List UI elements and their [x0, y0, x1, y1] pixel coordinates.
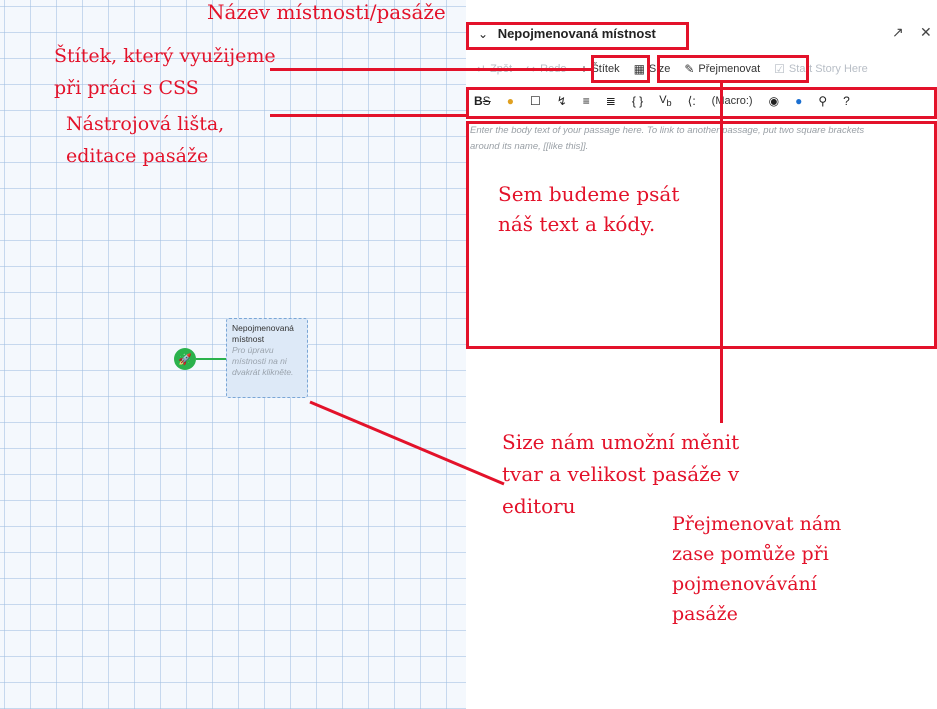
annotation-size-line2: tvar a velikost pasáže v — [502, 462, 740, 486]
tag-highlight — [591, 55, 650, 83]
story-map-canvas[interactable]: 🚀 Nepojmenovaná místnost Pro úpravu míst… — [0, 0, 466, 709]
annotation-rename-line1: Přejmenovat nám — [672, 513, 842, 535]
size-rename-highlight — [657, 55, 809, 83]
annotation-rename-line4: pasáže — [672, 603, 738, 625]
annotation-toolbar-line2: editace pasáže — [66, 145, 209, 167]
start-connector — [196, 358, 226, 360]
rename-pointer-line — [720, 83, 723, 423]
toolbar-highlight — [466, 87, 937, 119]
annotation-size-line1: Size nám umožní měnit — [502, 430, 740, 454]
room-name-highlight — [466, 22, 689, 50]
toolbar-pointer-line — [270, 114, 466, 117]
annotation-body-line2: náš text a kódy. — [498, 212, 656, 236]
annotation-toolbar-line1: Nástrojová lišta, — [66, 113, 225, 135]
annotation-tag-line2: při práci s CSS — [54, 77, 199, 99]
annotation-body-line1: Sem budeme psát — [498, 182, 680, 206]
passage-title-line1: Nepojmenovaná — [232, 323, 294, 333]
close-icon[interactable]: ✕ — [920, 24, 932, 41]
annotation-room-name: Název místnosti/pasáže — [207, 0, 446, 24]
annotation-tag-line1: Štítek, který využijeme — [54, 45, 276, 67]
annotation-size-line3: editoru — [502, 494, 576, 518]
annotation-rename-line3: pojmenovávání — [672, 573, 817, 595]
passage-excerpt-line2: místnosti na ni — [232, 356, 287, 366]
tag-pointer-line — [270, 68, 591, 71]
passage-excerpt-line3: dvakrát klikněte. — [232, 367, 294, 377]
passage-title-line2: místnost — [232, 334, 265, 344]
passage-excerpt-line1: Pro úpravu — [232, 345, 274, 355]
passage-card[interactable]: Nepojmenovaná místnost Pro úpravu místno… — [226, 318, 308, 398]
annotation-rename-line2: zase pomůže při — [672, 543, 829, 565]
start-icon: 🚀 — [174, 348, 196, 370]
expand-icon[interactable]: ↗ — [892, 24, 904, 41]
